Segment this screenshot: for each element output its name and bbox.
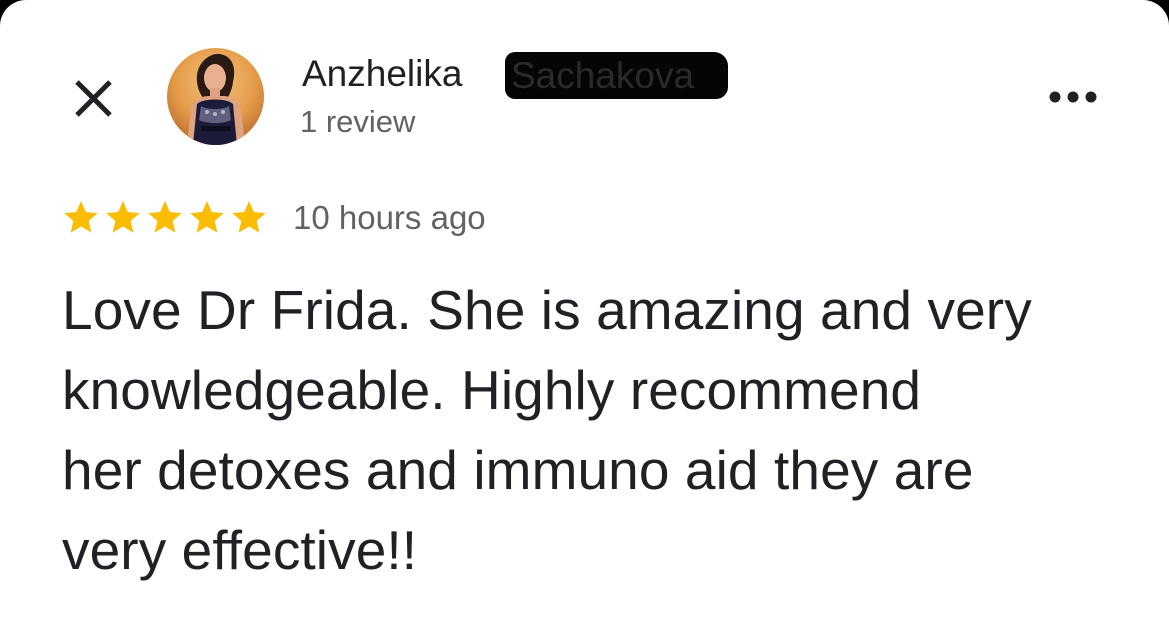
review-timestamp: 10 hours ago <box>293 199 486 236</box>
more-horizontal-icon <box>1049 91 1097 103</box>
avatar[interactable] <box>167 48 264 145</box>
star-rating <box>60 196 270 240</box>
close-button[interactable] <box>68 72 120 124</box>
review-text: Love Dr Frida. She is amazing and very k… <box>62 270 1142 590</box>
star-icon <box>148 201 182 233</box>
redacted-surname: Sachakova <box>505 52 728 99</box>
star-icon <box>64 201 98 233</box>
review-count: 1 review <box>300 104 416 139</box>
star-icon <box>190 201 224 233</box>
review-card: Anzhelika Sachakova 1 review 10 hours ag… <box>0 0 1169 620</box>
star-icon <box>106 201 140 233</box>
redacted-surname-text: Sachakova <box>511 55 695 96</box>
close-icon <box>75 80 112 117</box>
more-options-button[interactable] <box>1040 80 1106 114</box>
star-icon <box>232 201 266 233</box>
review-text-line: very effective!! <box>62 519 418 581</box>
review-text-line: knowledgeable. Highly recommend <box>62 359 922 421</box>
review-text-line: Love Dr Frida. She is amazing and very <box>62 279 1032 341</box>
avatar-photo <box>167 48 264 145</box>
review-text-line: her detoxes and immuno aid they are <box>62 439 974 501</box>
author-name[interactable]: Anzhelika <box>302 52 462 96</box>
